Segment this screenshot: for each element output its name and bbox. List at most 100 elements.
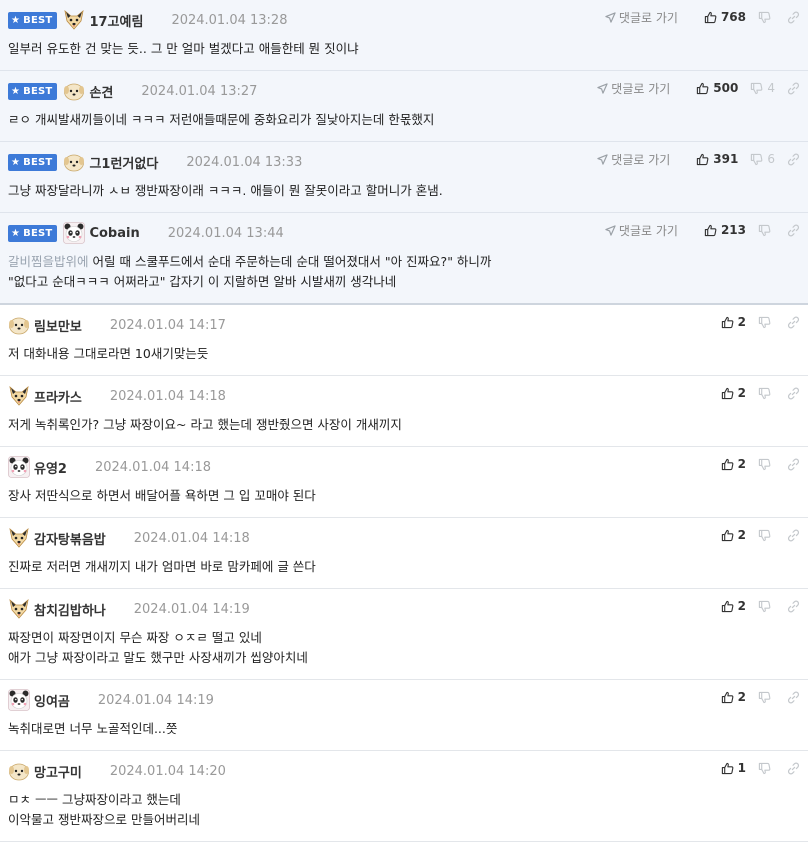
reply-parent-nickname[interactable]: 갈비찜을밥위에 [8, 254, 89, 269]
upvote-button[interactable]: 2 [721, 386, 746, 400]
upvote-button[interactable]: 391 [696, 152, 738, 166]
go-to-reply-link[interactable]: 댓글로 가기 [597, 151, 670, 168]
puppy-avatar[interactable] [8, 314, 30, 336]
comment-text-line: 저게 녹취록인가? 그냥 짜장이요~ 라고 했는데 쟁반줬으면 사장이 개새끼지 [8, 417, 402, 432]
downvote-button[interactable] [758, 600, 775, 613]
author-nickname[interactable]: 17고예림 [89, 11, 143, 30]
thumbs-up-icon [721, 316, 734, 328]
author-nickname[interactable]: 손견 [89, 82, 113, 101]
comment-item: 유영2 2024.01.04 14:18 2 장사 저딴식으로 하면서 배달어플… [0, 447, 808, 518]
best-badge: ★ BEST [8, 82, 58, 100]
downvote-button[interactable] [758, 224, 775, 237]
thumbs-down-icon [758, 316, 771, 328]
comment-date: 2024.01.04 14:19 [133, 601, 250, 617]
upvote-button[interactable]: 2 [721, 690, 746, 704]
dog-avatar-image [9, 598, 29, 619]
copy-link-button[interactable] [787, 529, 800, 542]
downvote-button[interactable] [758, 762, 775, 775]
comment-text: 어릴 때 스쿨푸드에서 순대 주문하는데 순대 떨어졌대서 "아 진짜요?" 하… [92, 254, 492, 269]
panda-avatar-image [8, 689, 30, 711]
puppy-avatar[interactable] [63, 151, 85, 173]
upvote-button[interactable]: 1 [721, 761, 746, 775]
copy-link-button[interactable] [787, 691, 800, 704]
copy-link-button[interactable] [787, 224, 800, 237]
comment-actions: 1 [709, 757, 800, 779]
author-nickname[interactable]: 림보만보 [34, 316, 82, 335]
comment-text-line: 저 대화내용 그대로라면 10새기맞는듯 [8, 346, 209, 361]
upvote-button[interactable]: 2 [721, 599, 746, 613]
copy-link-button[interactable] [787, 316, 800, 329]
thumbs-down-icon [751, 82, 763, 94]
panda-avatar[interactable] [63, 222, 86, 244]
upvote-button[interactable]: 2 [721, 315, 746, 329]
comment-item: ★BEST 손견 2024.01.04 13:27 댓글로 가기 500 4 [0, 71, 808, 142]
downvote-button[interactable]: 6 [750, 152, 775, 166]
author-nickname[interactable]: Cobain [89, 226, 139, 241]
go-to-reply-label: 댓글로 가기 [618, 10, 678, 25]
comment-header: 림보만보 2024.01.04 14:17 [8, 314, 794, 336]
thumbs-up-icon [721, 691, 734, 703]
dog-avatar[interactable] [8, 598, 30, 620]
upvote-count: 2 [737, 528, 746, 542]
comment-item: 프라카스 2024.01.04 14:18 2 저게 녹취록인가? 그냥 짜장이… [0, 376, 808, 447]
panda-avatar[interactable] [8, 456, 30, 478]
author-nickname[interactable]: 유영2 [34, 458, 67, 477]
downvote-button[interactable] [758, 529, 775, 542]
comment-actions: 2 [709, 311, 800, 333]
puppy-avatar[interactable] [8, 760, 30, 782]
puppy-avatar[interactable] [63, 80, 85, 102]
upvote-button[interactable]: 500 [696, 81, 738, 95]
comment-date: 2024.01.04 14:20 [109, 763, 226, 779]
copy-link-button[interactable] [787, 762, 800, 775]
downvote-button[interactable] [758, 387, 775, 400]
comment-text-line: 갈비찜을밥위에 어릴 때 스쿨푸드에서 순대 주문하는데 순대 떨어졌대서 "아 … [8, 252, 794, 272]
upvote-count: 213 [720, 223, 746, 237]
downvote-button[interactable] [758, 11, 775, 24]
thumbs-up-icon [697, 82, 709, 94]
upvote-button[interactable]: 213 [704, 223, 746, 237]
author-nickname[interactable]: 프라카스 [34, 387, 82, 406]
thumbs-down-icon [751, 153, 763, 165]
copy-link-button[interactable] [787, 600, 800, 613]
upvote-count: 768 [720, 10, 746, 24]
downvote-button[interactable] [758, 316, 775, 329]
copy-link-button[interactable] [787, 153, 800, 166]
comment-header: 유영2 2024.01.04 14:18 [8, 456, 794, 478]
dog-avatar[interactable] [8, 527, 30, 549]
comment-text-line: 애가 그냥 짜장이라고 말도 했구만 사장새끼가 씹양아치네 [8, 650, 308, 665]
dog-avatar[interactable] [63, 9, 85, 31]
author-nickname[interactable]: 참치김밥하나 [34, 600, 106, 619]
upvote-button[interactable]: 2 [721, 457, 746, 471]
downvote-button[interactable] [758, 458, 775, 471]
link-icon [787, 82, 800, 94]
copy-link-button[interactable] [787, 458, 800, 471]
author-nickname[interactable]: 망고구미 [34, 762, 82, 781]
author-nickname[interactable]: 감자탕볶음밥 [34, 529, 106, 548]
star-icon: ★ [11, 156, 21, 168]
downvote-button[interactable]: 4 [750, 81, 775, 95]
copy-link-button[interactable] [787, 82, 800, 95]
go-to-reply-link[interactable]: 댓글로 가기 [605, 222, 678, 239]
author-nickname[interactable]: 잉여곰 [34, 691, 70, 710]
panda-avatar[interactable] [8, 689, 30, 711]
comment-actions: 2 [709, 453, 800, 475]
upvote-button[interactable]: 2 [721, 528, 746, 542]
dog-avatar[interactable] [8, 385, 30, 407]
downvote-button[interactable] [758, 691, 775, 704]
best-badge: ★ BEST [8, 224, 58, 242]
comment-date: 2024.01.04 14:18 [133, 530, 250, 546]
comment-text-line: 장사 저딴식으로 하면서 배달어플 욕하면 그 입 꼬매야 된다 [8, 488, 316, 503]
go-to-reply-link[interactable]: 댓글로 가기 [597, 80, 670, 97]
copy-link-button[interactable] [787, 387, 800, 400]
thumbs-down-icon [758, 458, 771, 470]
author-nickname[interactable]: 그1런거없다 [89, 153, 158, 172]
copy-link-button[interactable] [787, 11, 800, 24]
go-to-reply-link[interactable]: 댓글로 가기 [605, 9, 678, 26]
comment-body: ㅁㅊ ㅡㅡ 그냥짜장이라고 했는데 이악물고 쟁반짜장으로 만들어버리네 [8, 782, 794, 841]
comment-header: 망고구미 2024.01.04 14:20 [8, 760, 794, 782]
comment-item: ★ BEST Cobain 2024.01.04 13:44 댓글로 가기 213 [0, 213, 808, 305]
link-icon [787, 600, 800, 612]
comment-text-line: 이악물고 쟁반짜장으로 만들어버리네 [8, 812, 200, 827]
upvote-button[interactable]: 768 [704, 10, 746, 24]
comment-body: 진짜로 저러면 개새끼지 내가 엄마면 바로 맘카페에 글 쓴다 [8, 549, 794, 588]
